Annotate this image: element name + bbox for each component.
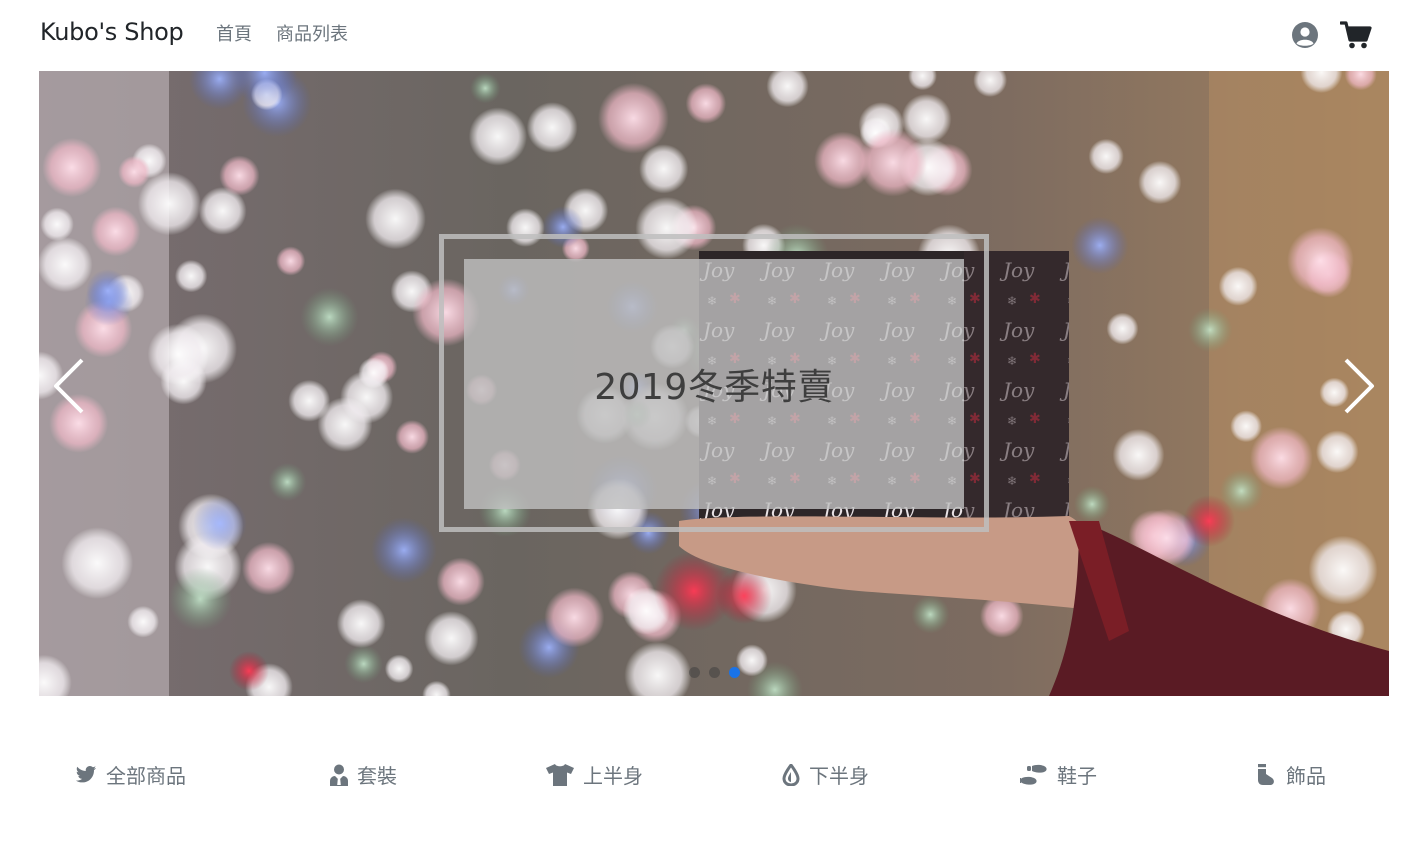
category-bottoms[interactable]: 下半身: [782, 760, 869, 789]
carousel-indicator[interactable]: [708, 667, 720, 678]
caption-box: 2019冬季特賣: [464, 259, 964, 509]
category-label: 鞋子: [1057, 764, 1097, 788]
brand-logo[interactable]: Kubo's Shop: [40, 18, 184, 46]
chevron-right-icon: [1344, 358, 1374, 414]
category-label: 套裝: [357, 764, 397, 788]
cart-button[interactable]: [1340, 18, 1372, 52]
category-bar: 全部商品 套裝 上半身 下半身 鞋子 飾品: [0, 752, 1408, 796]
shoe-prints-icon: [1020, 764, 1047, 785]
user-circle-icon: [1292, 22, 1318, 48]
tint-drop-icon: [782, 763, 800, 786]
carousel-indicators: [39, 667, 1389, 678]
user-tie-icon: [330, 764, 348, 786]
carousel-next-button[interactable]: [1329, 341, 1389, 431]
nav-link-home[interactable]: 首頁: [216, 20, 252, 46]
tshirt-icon: [546, 763, 574, 786]
nav-link-products[interactable]: 商品列表: [276, 20, 348, 46]
user-account-button[interactable]: [1289, 18, 1321, 52]
carousel-prev-button[interactable]: [39, 341, 99, 431]
category-label: 飾品: [1286, 764, 1326, 788]
top-navbar: Kubo's Shop 首頁 商品列表: [0, 0, 1408, 70]
category-label: 下半身: [809, 764, 869, 788]
carousel-indicator[interactable]: [728, 667, 740, 678]
category-accessories[interactable]: 飾品: [1255, 760, 1326, 789]
category-shoes[interactable]: 鞋子: [1020, 760, 1097, 789]
category-label: 全部商品: [106, 764, 186, 788]
category-all-products[interactable]: 全部商品: [75, 760, 186, 789]
carousel-caption: 2019冬季特賣: [594, 367, 834, 408]
category-tops[interactable]: 上半身: [546, 760, 643, 789]
category-label: 上半身: [583, 764, 643, 788]
carousel-indicator[interactable]: [688, 667, 700, 678]
chevron-left-icon: [54, 358, 84, 414]
socks-icon: [1258, 763, 1274, 785]
carousel-slide: Joy ✱ ❄ 2019冬季特賣: [39, 71, 1389, 696]
twitter-bird-icon: [75, 765, 97, 782]
shopping-cart-icon: [1340, 21, 1372, 49]
hero-carousel: Joy ✱ ❄ 2019冬季特賣: [39, 71, 1389, 696]
category-suits[interactable]: 套裝: [330, 760, 397, 789]
